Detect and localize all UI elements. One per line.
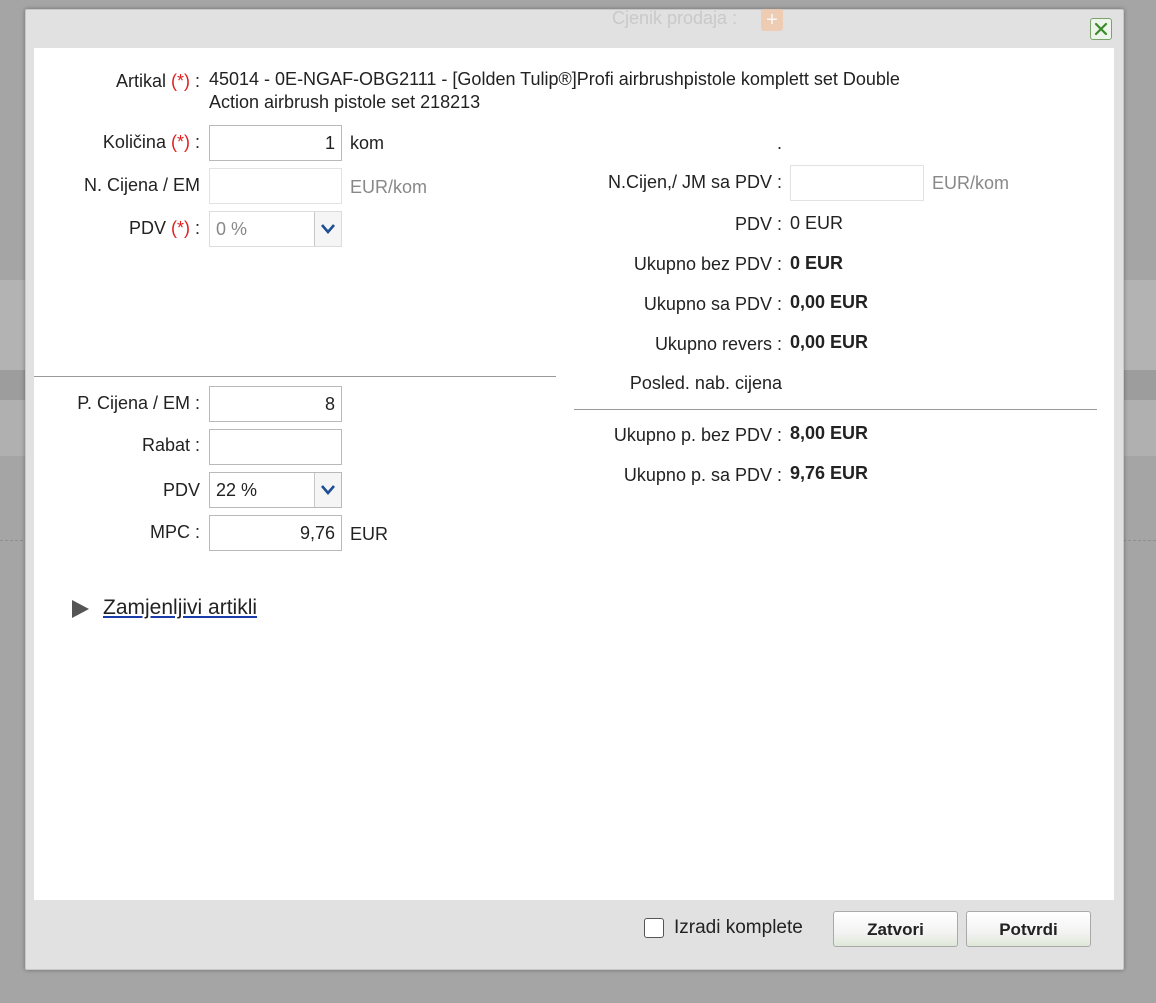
pdv-amount-label: PDV : [734, 214, 782, 234]
p-cijena-input[interactable] [209, 386, 342, 422]
ukupno-bez-label: Ukupno bez PDV : [633, 254, 782, 274]
n-cijena-input[interactable] [209, 168, 342, 204]
triangle-right-icon [72, 600, 89, 618]
ukupno-p-bez-value: 8,00 EUR [790, 423, 869, 443]
confirm-button[interactable]: Potvrdi [966, 911, 1091, 947]
n-cijena-label: N. Cijena / EM [83, 175, 200, 195]
required-marker: (*) [170, 132, 190, 152]
artikal-label: Artikal (*) : [115, 71, 200, 91]
dialog-content: Artikal (*) : 45014 - 0E-NGAF-OBG2111 - … [34, 48, 1114, 900]
izradi-komplete-checkbox[interactable] [644, 918, 664, 938]
kolicina-input[interactable] [209, 125, 342, 161]
right-divider [574, 409, 1097, 410]
close-button[interactable]: Zatvori [833, 911, 958, 947]
backdrop-title: Cjenik prodaja : [612, 8, 738, 28]
ukupno-bez-value: 0 EUR [790, 253, 844, 273]
required-marker: (*) [170, 71, 190, 91]
zamjenljivi-artikli-link[interactable]: Zamjenljivi artikli [103, 596, 257, 620]
n-cijena-unit: EUR/kom [350, 177, 428, 197]
pdv-label: PDV (*) : [128, 218, 200, 238]
n-cijen-label: N.Cijen,/ JM sa PDV : [607, 172, 782, 192]
n-cijen-input[interactable] [790, 165, 924, 201]
pdv-label-text: PDV [128, 218, 166, 238]
pdv-amount-value: 0 EUR [790, 213, 844, 233]
close-icon [1094, 22, 1108, 36]
mpc-unit: EUR [350, 524, 389, 544]
pdv-select[interactable]: 0 % [209, 211, 342, 247]
pdv2-label: PDV [162, 480, 200, 500]
artikal-value-line1: 45014 - 0E-NGAF-OBG2111 - [Golden Tulip®… [209, 69, 900, 89]
rabat-input[interactable] [209, 429, 342, 465]
plus-icon: + [761, 9, 783, 31]
rabat-label: Rabat : [141, 435, 200, 455]
mpc-input[interactable] [209, 515, 342, 551]
artikal-value-line2: Action airbrush pistole set 218213 [209, 92, 481, 112]
required-marker: (*) [170, 218, 190, 238]
ukupno-sa-label: Ukupno sa PDV : [643, 294, 782, 314]
dot-marker: . [776, 133, 782, 153]
ukupno-p-sa-value: 9,76 EUR [790, 463, 869, 483]
chevron-down-icon [314, 212, 341, 246]
n-cijen-unit: EUR/kom [932, 173, 1010, 193]
posled-nab-cijena-label: Posled. nab. cijena [629, 373, 782, 393]
kolicina-unit: kom [350, 133, 385, 153]
pdv2-select-value: 22 % [216, 480, 258, 500]
kolicina-label-text: Količina [102, 132, 166, 152]
chevron-down-icon [314, 473, 341, 507]
kolicina-label: Količina (*) : [102, 132, 200, 152]
ukupno-revers-label: Ukupno revers : [654, 334, 782, 354]
close-dialog-button[interactable] [1090, 18, 1112, 40]
left-divider [34, 376, 556, 377]
p-cijena-label: P. Cijena / EM : [77, 393, 200, 413]
mpc-label: MPC : [149, 522, 200, 542]
izradi-komplete-label: Izradi komplete [674, 917, 803, 938]
pdv2-select[interactable]: 22 % [209, 472, 342, 508]
pdv-select-value: 0 % [216, 219, 248, 239]
ukupno-p-bez-label: Ukupno p. bez PDV : [613, 425, 782, 445]
ukupno-sa-value: 0,00 EUR [790, 292, 869, 312]
ukupno-revers-value: 0,00 EUR [790, 332, 869, 352]
ukupno-p-sa-label: Ukupno p. sa PDV : [623, 465, 782, 485]
artikal-label-text: Artikal [115, 71, 166, 91]
